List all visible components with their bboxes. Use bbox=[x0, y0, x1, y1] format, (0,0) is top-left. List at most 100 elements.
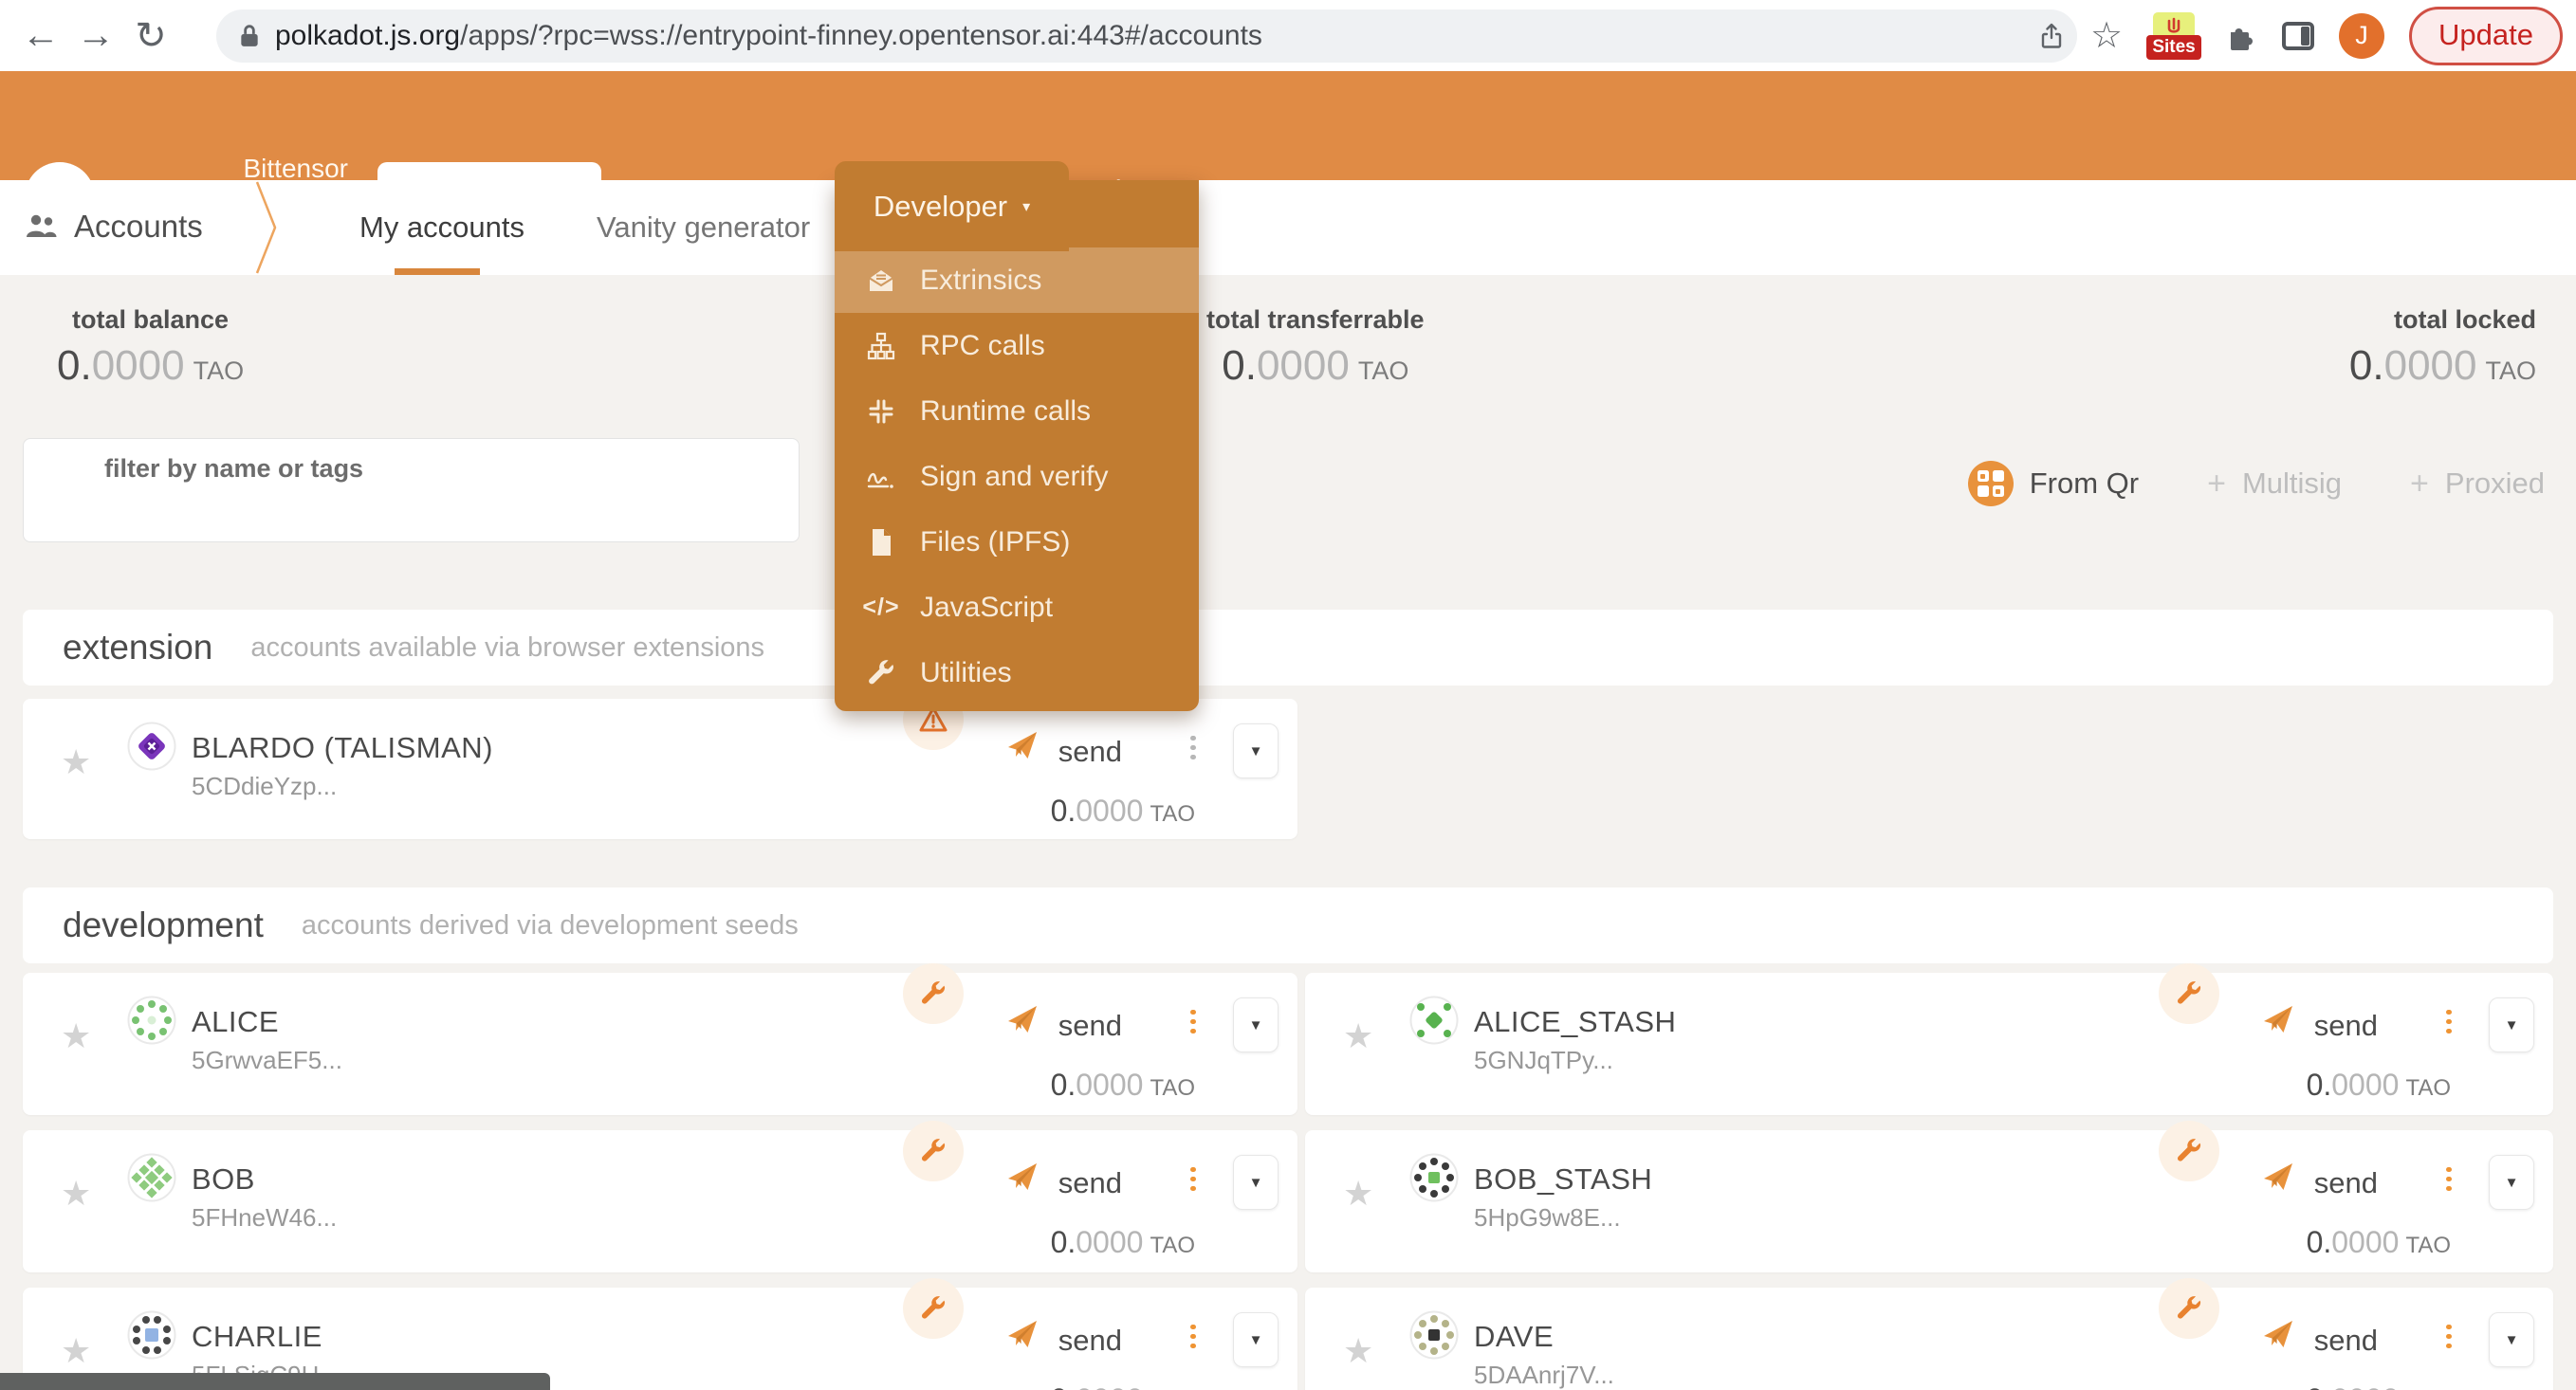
favorite-star-icon[interactable] bbox=[1343, 1174, 1373, 1214]
dev-badge[interactable] bbox=[2159, 1278, 2219, 1339]
menu-item-extrinsics[interactable]: Extrinsics bbox=[835, 247, 1199, 313]
dev-badge[interactable] bbox=[903, 1121, 964, 1181]
more-menu-icon[interactable] bbox=[2439, 1162, 2458, 1196]
tab-my-accounts[interactable]: My accounts bbox=[359, 210, 524, 245]
side-panel-icon[interactable] bbox=[2282, 22, 2314, 50]
sites-extension-icon[interactable]: Sites bbox=[2147, 12, 2200, 60]
from-qr-button[interactable]: From Qr bbox=[1968, 461, 2139, 506]
browser-toolbar: ← → ↻ polkadot.js.org/apps/?rpc=wss://en… bbox=[0, 0, 2576, 71]
account-address[interactable]: 5GrwvaEF5... bbox=[192, 1046, 342, 1075]
account-name[interactable]: CHARLIE bbox=[192, 1320, 340, 1354]
account-name[interactable]: ALICE_STASH bbox=[1474, 1005, 1676, 1039]
send-icon[interactable] bbox=[1006, 1161, 1039, 1198]
more-menu-icon[interactable] bbox=[1184, 1005, 1203, 1038]
favorite-star-icon[interactable] bbox=[61, 1174, 91, 1214]
dev-badge[interactable] bbox=[903, 1278, 964, 1339]
filter-label: filter by name or tags bbox=[104, 454, 780, 484]
expand-caret-button[interactable] bbox=[2489, 997, 2534, 1052]
more-menu-icon[interactable] bbox=[2439, 1005, 2458, 1038]
send-button[interactable]: send bbox=[2314, 1009, 2378, 1043]
chrome-update-button[interactable]: Update bbox=[2409, 7, 2563, 65]
account-address[interactable]: 5CDdieYzp... bbox=[192, 772, 493, 801]
account-address[interactable]: 5DAAnrj7V... bbox=[1474, 1361, 1614, 1390]
send-icon[interactable] bbox=[2262, 1318, 2294, 1355]
send-button[interactable]: send bbox=[1058, 1324, 1122, 1358]
expand-caret-button[interactable] bbox=[2489, 1312, 2534, 1367]
section-header-extension: extension accounts available via browser… bbox=[23, 610, 2553, 686]
wrench-icon bbox=[2176, 1295, 2202, 1322]
menu-item-sign-verify[interactable]: Sign and verify bbox=[835, 444, 1199, 509]
account-identicon[interactable] bbox=[127, 996, 176, 1045]
address-bar[interactable]: polkadot.js.org/apps/?rpc=wss://entrypoi… bbox=[216, 9, 2077, 63]
account-identicon[interactable] bbox=[127, 1310, 176, 1360]
section-description: accounts available via browser extension… bbox=[250, 632, 764, 664]
menu-item-rpc-calls[interactable]: RPC calls bbox=[835, 313, 1199, 378]
dev-badge[interactable] bbox=[2159, 1121, 2219, 1181]
send-button[interactable]: send bbox=[1058, 735, 1122, 769]
account-address[interactable]: 5HpG9w8E... bbox=[1474, 1203, 1652, 1233]
sitemap-icon bbox=[865, 332, 897, 360]
more-menu-icon[interactable] bbox=[1184, 1320, 1203, 1353]
add-multisig-button[interactable]: + Multisig bbox=[2207, 466, 2342, 503]
browser-forward-icon[interactable]: → bbox=[68, 14, 123, 57]
send-icon[interactable] bbox=[2262, 1003, 2294, 1040]
browser-reload-icon[interactable]: ↻ bbox=[123, 14, 178, 58]
menu-item-files-ipfs[interactable]: Files (IPFS) bbox=[835, 509, 1199, 575]
add-proxied-button[interactable]: + Proxied bbox=[2410, 466, 2545, 503]
more-menu-icon[interactable] bbox=[1184, 1162, 1203, 1196]
send-button[interactable]: send bbox=[2314, 1324, 2378, 1358]
account-address[interactable]: 5GNJqTPy... bbox=[1474, 1046, 1676, 1075]
users-icon bbox=[25, 211, 59, 247]
expand-caret-button[interactable] bbox=[1233, 997, 1279, 1052]
account-row-blardo: BLARDO (TALISMAN) 5CDdieYzp... send 0.00… bbox=[23, 699, 1297, 839]
favorite-star-icon[interactable] bbox=[1343, 1331, 1373, 1371]
account-balance: 0.0000TAO bbox=[1051, 1382, 1195, 1390]
menu-item-runtime-calls[interactable]: Runtime calls bbox=[835, 378, 1199, 444]
account-name[interactable]: BOB_STASH bbox=[1474, 1162, 1652, 1197]
more-menu-icon[interactable] bbox=[2439, 1320, 2458, 1353]
account-name[interactable]: DAVE bbox=[1474, 1320, 1614, 1354]
dev-badge[interactable] bbox=[2159, 963, 2219, 1024]
account-identicon[interactable] bbox=[1409, 1310, 1459, 1360]
send-icon[interactable] bbox=[1006, 1318, 1039, 1355]
account-name[interactable]: BOB bbox=[192, 1162, 337, 1197]
bookmark-star-icon[interactable]: ☆ bbox=[2090, 14, 2123, 57]
send-button[interactable]: send bbox=[2314, 1166, 2378, 1200]
account-balance: 0.0000TAO bbox=[1051, 1225, 1195, 1260]
expand-caret-button[interactable] bbox=[2489, 1155, 2534, 1210]
send-button[interactable]: send bbox=[1058, 1009, 1122, 1043]
more-menu-icon[interactable] bbox=[1184, 731, 1203, 764]
expand-caret-button[interactable] bbox=[1233, 1155, 1279, 1210]
wrench-icon bbox=[920, 1138, 947, 1164]
account-name[interactable]: ALICE bbox=[192, 1005, 342, 1039]
account-identicon[interactable] bbox=[127, 1153, 176, 1202]
favorite-star-icon[interactable] bbox=[61, 742, 91, 782]
send-button[interactable]: send bbox=[1058, 1166, 1122, 1200]
section-title: development bbox=[63, 905, 264, 945]
send-icon[interactable] bbox=[2262, 1161, 2294, 1198]
favorite-star-icon[interactable] bbox=[1343, 1016, 1373, 1056]
account-identicon[interactable] bbox=[1409, 996, 1459, 1045]
expand-caret-button[interactable] bbox=[1233, 723, 1279, 778]
send-icon[interactable] bbox=[1006, 729, 1039, 766]
extensions-puzzle-icon[interactable] bbox=[2225, 20, 2257, 52]
account-identicon[interactable] bbox=[127, 722, 176, 771]
account-address[interactable]: 5FHneW46... bbox=[192, 1203, 337, 1233]
expand-caret-button[interactable] bbox=[1233, 1312, 1279, 1367]
filter-input[interactable] bbox=[104, 487, 780, 517]
profile-avatar[interactable]: J bbox=[2339, 13, 2384, 59]
favorite-star-icon[interactable] bbox=[61, 1016, 91, 1056]
account-name[interactable]: BLARDO (TALISMAN) bbox=[192, 731, 493, 765]
file-icon bbox=[865, 528, 897, 557]
nav-developer[interactable]: Developer▾ bbox=[835, 161, 1069, 251]
dev-badge[interactable] bbox=[903, 963, 964, 1024]
menu-item-javascript[interactable]: </> JavaScript bbox=[835, 575, 1199, 640]
share-icon[interactable] bbox=[2037, 22, 2066, 50]
menu-item-utilities[interactable]: Utilities bbox=[835, 640, 1199, 705]
account-row-alice: ALICE 5GrwvaEF5... send 0.0000TAO bbox=[23, 973, 1297, 1115]
send-icon[interactable] bbox=[1006, 1003, 1039, 1040]
browser-back-icon[interactable]: ← bbox=[13, 14, 68, 57]
favorite-star-icon[interactable] bbox=[61, 1331, 91, 1371]
account-identicon[interactable] bbox=[1409, 1153, 1459, 1202]
tab-vanity-generator[interactable]: Vanity generator bbox=[597, 210, 810, 245]
